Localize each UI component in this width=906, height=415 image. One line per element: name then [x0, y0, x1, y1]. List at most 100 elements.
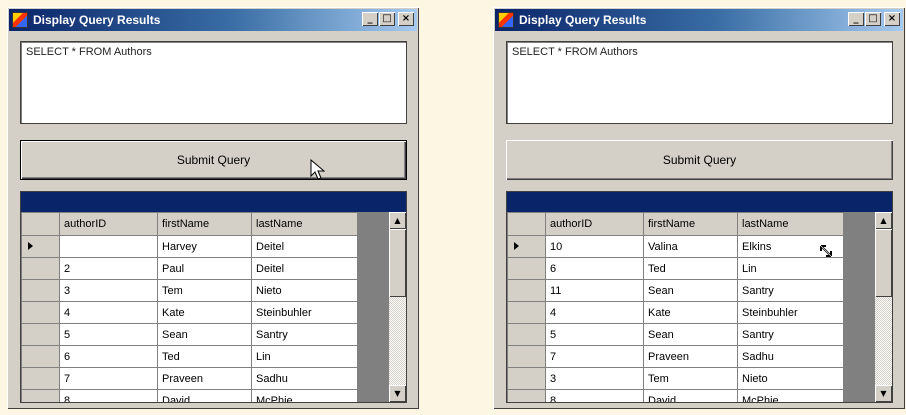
row-header[interactable] [507, 257, 546, 280]
cell-firstname[interactable]: Paul [157, 257, 252, 280]
table-row[interactable]: 8 David McPhie [21, 389, 358, 402]
row-header[interactable] [507, 323, 546, 346]
cell-authorid[interactable]: 10 [545, 235, 644, 258]
cell-firstname[interactable]: Sean [643, 279, 738, 302]
cell-authorid[interactable]: 7 [59, 367, 158, 390]
results-datagrid[interactable]: authorID firstName lastName 10 Valina Elki… [506, 191, 893, 403]
cell-firstname[interactable]: Harvey [157, 235, 252, 258]
table-row[interactable]: 7 Praveen Sadhu [507, 345, 844, 368]
scroll-up-icon[interactable]: ▲ [875, 212, 892, 229]
column-header-firstname[interactable]: firstName [157, 212, 252, 236]
table-row[interactable]: Harvey Deitel [21, 235, 358, 258]
row-header[interactable] [21, 323, 60, 346]
cell-authorid[interactable] [59, 235, 158, 258]
row-header[interactable] [507, 235, 546, 258]
cell-authorid[interactable]: 6 [59, 345, 158, 368]
row-header[interactable] [507, 345, 546, 368]
cell-lastname[interactable]: Nieto [737, 367, 844, 390]
cell-firstname[interactable]: Sean [643, 323, 738, 346]
row-header[interactable] [21, 389, 60, 402]
cell-firstname[interactable]: Praveen [157, 367, 252, 390]
table-row[interactable]: 3 Tem Nieto [507, 367, 844, 390]
submit-query-button[interactable]: Submit Query [506, 140, 893, 180]
cell-lastname[interactable]: Santry [737, 279, 844, 302]
cell-firstname[interactable]: David [157, 389, 252, 402]
submit-query-button[interactable]: Submit Query [20, 140, 407, 180]
row-header[interactable] [21, 235, 60, 258]
scroll-up-icon[interactable]: ▲ [389, 212, 406, 229]
cell-authorid[interactable]: 7 [545, 345, 644, 368]
minimize-button[interactable]: _ [362, 12, 378, 26]
scroll-down-icon[interactable]: ▼ [875, 385, 892, 402]
cell-firstname[interactable]: David [643, 389, 738, 402]
scroll-down-icon[interactable]: ▼ [389, 385, 406, 402]
cell-lastname[interactable]: Santry [737, 323, 844, 346]
cell-authorid[interactable]: 11 [545, 279, 644, 302]
cell-authorid[interactable]: 5 [545, 323, 644, 346]
cell-authorid[interactable]: 8 [545, 389, 644, 402]
cell-authorid[interactable]: 2 [59, 257, 158, 280]
table-row[interactable]: 6 Ted Lin [507, 257, 844, 280]
close-button[interactable]: × [398, 12, 414, 26]
title-bar[interactable]: Display Query Results _ □ × [495, 9, 903, 31]
column-header-authorid[interactable]: authorID [59, 212, 158, 236]
cell-firstname[interactable]: Sean [157, 323, 252, 346]
row-header[interactable] [21, 301, 60, 324]
cell-authorid[interactable]: 3 [545, 367, 644, 390]
cell-lastname[interactable]: Sadhu [737, 345, 844, 368]
vertical-scrollbar[interactable]: ▲ ▼ [875, 212, 892, 402]
table-row[interactable]: 5 Sean Santry [21, 323, 358, 346]
table-row[interactable]: 3 Tem Nieto [21, 279, 358, 302]
cell-firstname[interactable]: Ted [157, 345, 252, 368]
cell-authorid[interactable]: 4 [545, 301, 644, 324]
scroll-thumb[interactable] [389, 229, 406, 297]
query-textbox[interactable]: SELECT * FROM Authors [506, 41, 893, 124]
cell-firstname[interactable]: Tem [643, 367, 738, 390]
cell-lastname[interactable]: McPhie [737, 389, 844, 402]
table-row[interactable]: 11 Sean Santry [507, 279, 844, 302]
minimize-button[interactable]: _ [848, 12, 864, 26]
row-header[interactable] [21, 367, 60, 390]
cell-firstname[interactable]: Praveen [643, 345, 738, 368]
column-header-firstname[interactable]: firstName [643, 212, 738, 236]
query-textbox[interactable]: SELECT * FROM Authors [20, 41, 407, 124]
row-header[interactable] [21, 257, 60, 280]
cell-lastname[interactable]: Santry [251, 323, 358, 346]
cell-lastname[interactable]: Elkins [737, 235, 844, 258]
cell-lastname[interactable]: Steinbuhler [251, 301, 358, 324]
cell-lastname[interactable]: Steinbuhler [737, 301, 844, 324]
cell-lastname[interactable]: Lin [251, 345, 358, 368]
column-header-lastname[interactable]: lastName [737, 212, 844, 236]
table-row[interactable]: 6 Ted Lin [21, 345, 358, 368]
cell-firstname[interactable]: Ted [643, 257, 738, 280]
scroll-thumb[interactable] [875, 229, 892, 297]
row-header[interactable] [507, 367, 546, 390]
maximize-button[interactable]: □ [379, 12, 395, 26]
cell-authorid[interactable]: 5 [59, 323, 158, 346]
cell-firstname[interactable]: Valina [643, 235, 738, 258]
table-row[interactable]: 5 Sean Santry [507, 323, 844, 346]
cell-authorid[interactable]: 4 [59, 301, 158, 324]
results-datagrid[interactable]: authorID firstName lastName Harvey Deitel… [20, 191, 407, 403]
table-row[interactable]: 8 David McPhie [507, 389, 844, 402]
cell-firstname[interactable]: Kate [157, 301, 252, 324]
table-row[interactable]: 4 Kate Steinbuhler [507, 301, 844, 324]
title-bar[interactable]: Display Query Results _ □ × [9, 9, 417, 31]
cell-lastname[interactable]: McPhie [251, 389, 358, 402]
column-header-lastname[interactable]: lastName [251, 212, 358, 236]
maximize-button[interactable]: □ [865, 12, 881, 26]
column-header-authorid[interactable]: authorID [545, 212, 644, 236]
table-row[interactable]: 2 Paul Deitel [21, 257, 358, 280]
vertical-scrollbar[interactable]: ▲ ▼ [389, 212, 406, 402]
cell-lastname[interactable]: Nieto [251, 279, 358, 302]
table-row[interactable]: 10 Valina Elkins [507, 235, 844, 258]
cell-authorid[interactable]: 6 [545, 257, 644, 280]
cell-lastname[interactable]: Sadhu [251, 367, 358, 390]
table-row[interactable]: 7 Praveen Sadhu [21, 367, 358, 390]
cell-lastname[interactable]: Deitel [251, 235, 358, 258]
row-header[interactable] [507, 389, 546, 402]
cell-firstname[interactable]: Kate [643, 301, 738, 324]
row-header[interactable] [507, 301, 546, 324]
cell-lastname[interactable]: Deitel [251, 257, 358, 280]
cell-lastname[interactable]: Lin [737, 257, 844, 280]
